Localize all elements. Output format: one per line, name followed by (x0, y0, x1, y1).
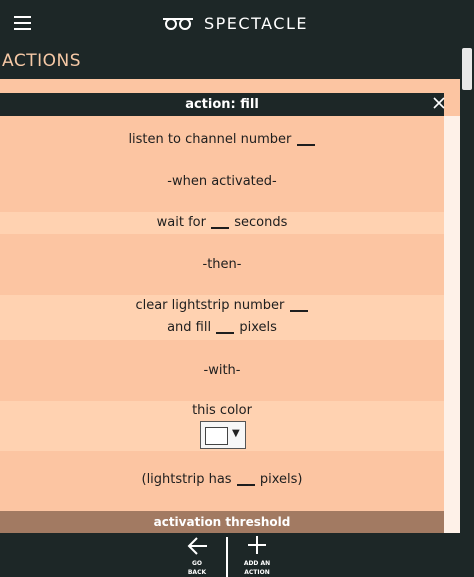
go-back-label-line1: GO (191, 560, 203, 567)
lightstrip-line: (lightstrip has pixels) (0, 472, 444, 487)
content-edge (444, 116, 460, 533)
scrollbar-thumb[interactable] (462, 48, 472, 90)
wait-seconds-input[interactable] (211, 227, 230, 229)
dropdown-arrow-icon: ▼ (232, 428, 240, 439)
channel-row (0, 116, 444, 212)
go-back-button[interactable]: GO BACK (167, 533, 227, 577)
wait-line: wait for seconds (0, 215, 444, 230)
section-title: ACTIONS (2, 51, 81, 71)
channel-number-input[interactable] (296, 144, 315, 146)
clear-line: clear lightstrip number (0, 298, 444, 313)
add-action-label-line2: ACTION (244, 569, 270, 576)
channel-label: listen to channel number (128, 132, 292, 147)
clear-label: clear lightstrip number (135, 298, 285, 313)
action-title: action: fill (185, 97, 259, 112)
add-action-label-line1: ADD AN (243, 560, 271, 567)
glasses-icon (163, 18, 193, 30)
lightstrip-label: (lightstrip has (141, 472, 232, 487)
threshold-label: activation threshold (153, 515, 291, 529)
lightstrip-number-input[interactable] (289, 310, 308, 312)
fill-label: and fill (167, 320, 212, 335)
color-label: this color (192, 403, 252, 418)
seconds-label: seconds (234, 215, 288, 230)
go-back-label-line2: BACK (187, 569, 207, 576)
scrollbar-track[interactable] (460, 46, 474, 533)
fill-line: and fill pixels (0, 320, 444, 335)
activation-threshold-header[interactable]: activation threshold (0, 511, 444, 533)
when-activated-label: -when activated- (167, 174, 277, 189)
app-name: SPECTACLE (204, 13, 308, 33)
action-editor: action: fill listen to channel number -w… (0, 79, 460, 533)
lightstrip-pixels-label: pixels) (259, 472, 303, 487)
close-icon[interactable] (432, 96, 446, 110)
wait-label: wait for (156, 215, 206, 230)
color-swatch (205, 427, 228, 445)
then-label: -then- (202, 257, 242, 272)
app-header: SPECTACLE (0, 0, 474, 46)
bottom-bar: GO BACK ADD AN ACTION (0, 533, 474, 577)
fill-pixels-input[interactable] (216, 332, 235, 334)
brand: SPECTACLE (162, 12, 308, 34)
hamburger-icon[interactable] (14, 16, 31, 30)
lightstrip-pixels-input[interactable] (236, 484, 255, 486)
channel-line: listen to channel number (0, 132, 444, 147)
plus-icon (248, 536, 266, 554)
arrow-left-icon (187, 537, 207, 555)
pixels-label: pixels (239, 320, 277, 335)
action-header: action: fill (0, 93, 444, 116)
add-action-button[interactable]: ADD AN ACTION (227, 533, 287, 577)
color-select[interactable]: ▼ (200, 421, 246, 449)
with-label: -with- (203, 363, 241, 378)
